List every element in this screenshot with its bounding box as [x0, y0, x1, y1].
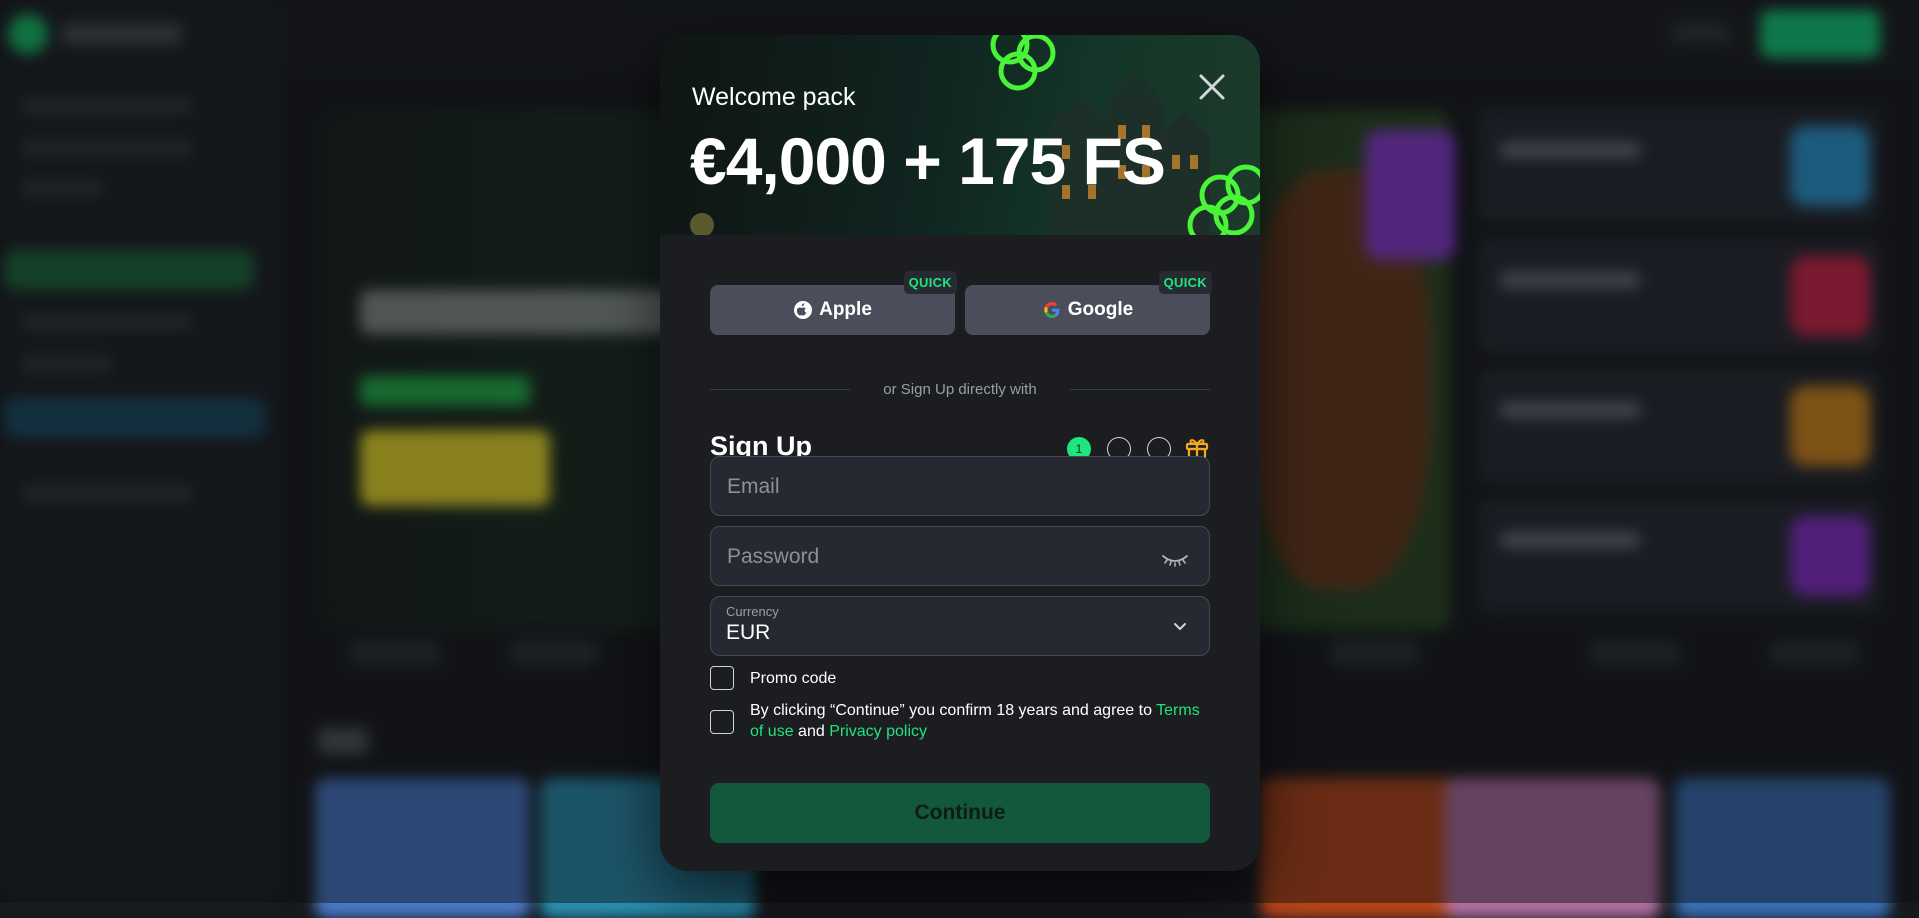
- quick-badge: QUICK: [903, 271, 957, 294]
- promo-code-label: Promo code: [750, 670, 837, 687]
- quick-login-row: Apple QUICK Google QUICK: [710, 271, 1212, 335]
- chevron-down-icon: [1174, 623, 1186, 630]
- apple-icon: [793, 300, 813, 320]
- close-icon: [1199, 74, 1225, 100]
- terms-text: By clicking “Continue” you confirm 18 ye…: [750, 700, 1210, 742]
- apple-login-label: Apple: [819, 299, 872, 320]
- continue-button[interactable]: Continue: [710, 783, 1210, 843]
- divider-text: or Sign Up directly with: [883, 381, 1037, 398]
- google-login-button[interactable]: Google QUICK: [965, 271, 1212, 335]
- password-placeholder: Password: [727, 545, 820, 568]
- email-field[interactable]: Email: [710, 456, 1210, 516]
- terms-prefix: By clicking “Continue” you confirm 18 ye…: [750, 702, 1157, 719]
- terms-checkbox[interactable]: [710, 710, 734, 734]
- quick-badge: QUICK: [1158, 271, 1212, 294]
- apple-login-button[interactable]: Apple QUICK: [710, 271, 957, 335]
- currency-value: EUR: [726, 621, 771, 644]
- email-placeholder: Email: [727, 475, 780, 498]
- google-icon: [1042, 300, 1062, 320]
- google-login-label: Google: [1067, 299, 1134, 320]
- eye-closed-icon[interactable]: [1161, 547, 1189, 569]
- terms-and: and: [793, 723, 830, 740]
- bonus-amount: €4,000 + 175 FS: [690, 124, 1166, 198]
- currency-select[interactable]: Currency EUR: [710, 596, 1210, 656]
- promo-code-checkbox[interactable]: [710, 666, 734, 690]
- banner-title: Welcome pack: [692, 83, 856, 111]
- divider: or Sign Up directly with: [710, 379, 1210, 399]
- currency-label: Currency: [726, 604, 779, 619]
- privacy-policy-link[interactable]: Privacy policy: [829, 723, 927, 740]
- close-button[interactable]: [1190, 65, 1234, 109]
- password-field[interactable]: Password: [710, 526, 1210, 586]
- welcome-banner: Welcome pack €4,000 + 175 FS: [660, 35, 1260, 235]
- signup-modal: Welcome pack €4,000 + 175 FS Apple QUICK: [660, 35, 1260, 871]
- continue-label: Continue: [914, 801, 1006, 824]
